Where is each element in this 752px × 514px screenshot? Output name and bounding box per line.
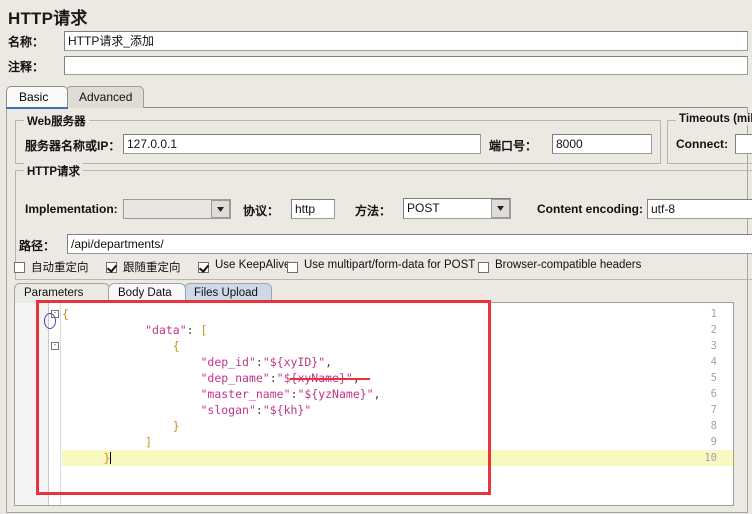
http-request-group-title: HTTP请求: [24, 163, 84, 179]
content-encoding-input[interactable]: utf-8: [647, 199, 752, 219]
web-server-group-title: Web服务器: [24, 113, 89, 129]
path-input[interactable]: /api/departments/: [67, 234, 752, 254]
name-label: 名称：: [8, 35, 45, 49]
name-input[interactable]: HTTP请求_添加: [64, 31, 748, 51]
checkbox-use-keepalive-label: Use KeepAlive: [215, 259, 291, 271]
jmeter-http-request-panel: HTTP请求 名称： HTTP请求_添加 注释： Basic Advanced …: [0, 0, 752, 514]
port-label: 端口号：: [489, 139, 538, 153]
port-input[interactable]: 8000: [552, 134, 652, 154]
tab-advanced[interactable]: Advanced: [66, 86, 144, 108]
tab-body-data[interactable]: Body Data: [108, 283, 186, 303]
checkbox-use-keepalive[interactable]: [198, 262, 209, 273]
tab-selected-indicator: [6, 107, 68, 109]
code-line: }: [172, 419, 180, 433]
protocol-input[interactable]: http: [291, 199, 335, 219]
server-name-input[interactable]: 127.0.0.1: [123, 134, 481, 154]
chevron-down-icon: [217, 207, 224, 212]
checkbox-auto-redirect-label: 自动重定向: [31, 262, 89, 274]
checkbox-follow-redirect-label: 跟随重定向: [123, 262, 181, 274]
body-data-editor[interactable]: 1 2 3 4 5 6 7 8 9 10 -- { "data": [ { "dep_id":"$…: [14, 302, 734, 506]
timeouts-group: Timeouts (milli Connect:: [667, 113, 752, 164]
checkbox-browser-compatible-headers[interactable]: [478, 262, 489, 273]
path-label: 路径：: [19, 239, 56, 253]
tab-files-upload[interactable]: Files Upload: [184, 283, 272, 303]
method-dropdown-arrow[interactable]: [491, 199, 510, 218]
checkbox-browser-compatible-headers-label: Browser-compatible headers: [495, 259, 642, 271]
annotation-underline: [290, 378, 370, 380]
code-line: }: [103, 451, 112, 465]
code-line: "dep_id":"${xyID}",: [200, 355, 333, 369]
fold-marker[interactable]: -: [51, 342, 59, 350]
code-line: "master_name":"${yzName}",: [200, 387, 381, 401]
implementation-dropdown-arrow[interactable]: [211, 200, 230, 218]
checkbox-auto-redirect[interactable]: [14, 262, 25, 273]
server-name-label: 服务器名称或IP：: [25, 139, 121, 153]
body-tabbar: Parameters Body Data Files Upload: [14, 283, 734, 303]
text-cursor: [110, 452, 112, 464]
code-line: "slogan":"${kh}": [200, 403, 312, 417]
tab-basic[interactable]: Basic: [6, 86, 68, 108]
protocol-label: 协议：: [243, 204, 280, 218]
checkbox-use-multipart[interactable]: [287, 262, 298, 273]
main-tabbar: Basic Advanced: [6, 86, 748, 109]
implementation-label: Implementation:: [25, 202, 118, 216]
code-line: ]: [145, 435, 153, 449]
name-row: 名称： HTTP请求_添加: [4, 31, 748, 53]
editor-line-number-gutter: [15, 303, 49, 505]
editor-fold-gutter[interactable]: [49, 303, 61, 505]
chevron-down-icon: [497, 206, 504, 211]
annotation-oval: [44, 313, 56, 329]
timeouts-group-title: Timeouts (milli: [676, 113, 752, 125]
comment-label: 注释：: [8, 60, 45, 74]
web-server-group: Web服务器 服务器名称或IP： 127.0.0.1 端口号： 8000: [15, 113, 661, 164]
comment-input[interactable]: [64, 56, 748, 75]
page-title: HTTP请求: [8, 9, 88, 28]
checkbox-use-multipart-label: Use multipart/form-data for POST: [304, 259, 476, 271]
connect-timeout-input[interactable]: [735, 134, 752, 154]
tab-parameters[interactable]: Parameters: [14, 283, 110, 303]
code-line: "data": [: [145, 323, 208, 337]
checkbox-follow-redirect[interactable]: [106, 262, 117, 273]
method-label: 方法：: [355, 204, 392, 218]
code-line: {: [172, 339, 180, 353]
code-line: {: [62, 307, 69, 321]
connect-timeout-label: Connect:: [676, 137, 728, 151]
content-encoding-label: Content encoding:: [537, 202, 643, 216]
comment-row: 注释：: [4, 56, 748, 76]
body-data-code[interactable]: { "data": [ { "dep_id":"${xyID}", "dep_n…: [62, 303, 733, 505]
